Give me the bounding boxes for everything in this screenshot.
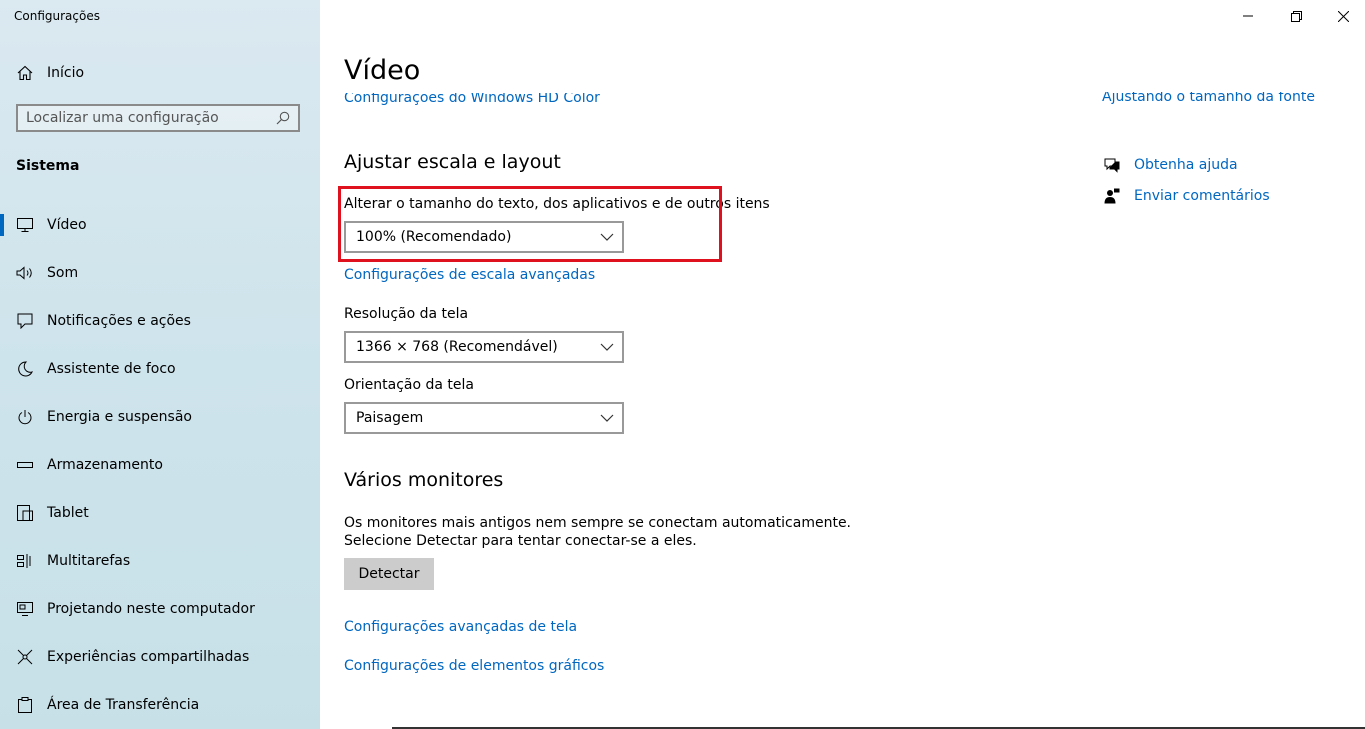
scale-heading: Ajustar escala e layout [344, 151, 561, 173]
home-label: Início [47, 65, 85, 81]
search-input[interactable] [26, 110, 266, 126]
section-label: Sistema [16, 158, 80, 174]
page-title: Vídeo [344, 55, 421, 86]
home-nav-item[interactable]: Início [0, 53, 320, 93]
detect-button[interactable]: Detectar [344, 558, 434, 590]
monitors-text-1: Os monitores mais antigos nem sempre se … [344, 515, 852, 531]
sidebar-item-power[interactable]: Energia e suspensão [0, 397, 320, 437]
sidebar-item-clipboard[interactable]: Área de Transferência [0, 685, 320, 725]
sidebar-item-notifications[interactable]: Notificações e ações [0, 301, 320, 341]
sidebar-item-label: Vídeo [47, 217, 87, 233]
app-title: Configurações [14, 9, 100, 23]
sidebar-item-projecting[interactable]: Projetando neste computador [0, 589, 320, 629]
speaker-icon [16, 264, 34, 282]
orientation-dropdown[interactable]: Paisagem [344, 402, 624, 434]
feedback-icon [1102, 186, 1122, 206]
moon-icon [16, 360, 34, 378]
power-icon [16, 408, 34, 426]
monitor-icon [16, 216, 34, 234]
home-icon [16, 64, 34, 82]
orientation-value: Paisagem [356, 410, 424, 426]
sidebar-item-label: Assistente de foco [47, 361, 176, 377]
resolution-value: 1366 × 768 (Recomendável) [356, 339, 558, 355]
monitors-heading: Vários monitores [344, 469, 504, 491]
highlight-box [338, 186, 722, 262]
sidebar-item-label: Tablet [47, 505, 89, 521]
search-icon[interactable] [276, 111, 290, 129]
minimize-button[interactable] [1238, 8, 1258, 24]
sidebar-item-label: Multitarefas [47, 553, 131, 569]
sidebar-item-shared[interactable]: Experiências compartilhadas [0, 637, 320, 677]
font-size-link[interactable]: Ajustando o tamanho da fonte [1102, 92, 1315, 105]
sidebar-item-multitask[interactable]: Multitarefas [0, 541, 320, 581]
sidebar-item-label: Área de Transferência [47, 697, 200, 713]
project-icon [16, 600, 34, 618]
share-icon [16, 648, 34, 666]
monitors-text-2: Selecione Detectar para tentar conectar-… [344, 533, 697, 549]
sidebar-item-tablet[interactable]: Tablet [0, 493, 320, 533]
restore-button[interactable] [1286, 8, 1306, 24]
sidebar-item-label: Som [47, 265, 79, 281]
help-link[interactable]: Obtenha ajuda [1134, 157, 1238, 173]
sidebar-item-label: Energia e suspensão [47, 409, 192, 425]
storage-icon [16, 456, 34, 474]
sidebar-item-focus[interactable]: Assistente de foco [0, 349, 320, 389]
orientation-label: Orientação da tela [344, 377, 474, 393]
search-box[interactable] [16, 104, 300, 132]
sidebar-item-label: Experiências compartilhadas [47, 649, 250, 665]
sidebar-item-sound[interactable]: Som [0, 253, 320, 293]
help-link-row[interactable]: Obtenha ajuda [1102, 155, 1238, 175]
tablet-icon [16, 504, 34, 522]
hd-color-link[interactable]: Configurações do Windows HD Color [344, 93, 600, 106]
sidebar-item-label: Notificações e ações [47, 313, 191, 329]
sidebar-item-label: Armazenamento [47, 457, 163, 473]
multitask-icon [16, 552, 34, 570]
main-panel: Vídeo Configurações do Windows HD Color … [320, 0, 1365, 729]
chevron-down-icon [600, 411, 614, 429]
clipboard-icon [16, 696, 34, 714]
advanced-display-link[interactable]: Configurações avançadas de tela [344, 619, 577, 635]
close-button[interactable] [1333, 8, 1353, 24]
advanced-scale-link[interactable]: Configurações de escala avançadas [344, 267, 595, 283]
sidebar-item-label: Projetando neste computador [47, 601, 255, 617]
chevron-down-icon [600, 340, 614, 358]
sidebar-item-storage[interactable]: Armazenamento [0, 445, 320, 485]
resolution-label: Resolução da tela [344, 306, 469, 322]
sidebar-item-video[interactable]: Vídeo [0, 205, 320, 245]
sidebar: Configurações Início Sistema Vídeo Som N… [0, 0, 320, 729]
feedback-link-row[interactable]: Enviar comentários [1102, 186, 1270, 206]
graphics-settings-link[interactable]: Configurações de elementos gráficos [344, 658, 604, 674]
notification-icon [16, 312, 34, 330]
help-icon [1102, 155, 1122, 175]
resolution-dropdown[interactable]: 1366 × 768 (Recomendável) [344, 331, 624, 363]
feedback-link[interactable]: Enviar comentários [1134, 188, 1270, 204]
